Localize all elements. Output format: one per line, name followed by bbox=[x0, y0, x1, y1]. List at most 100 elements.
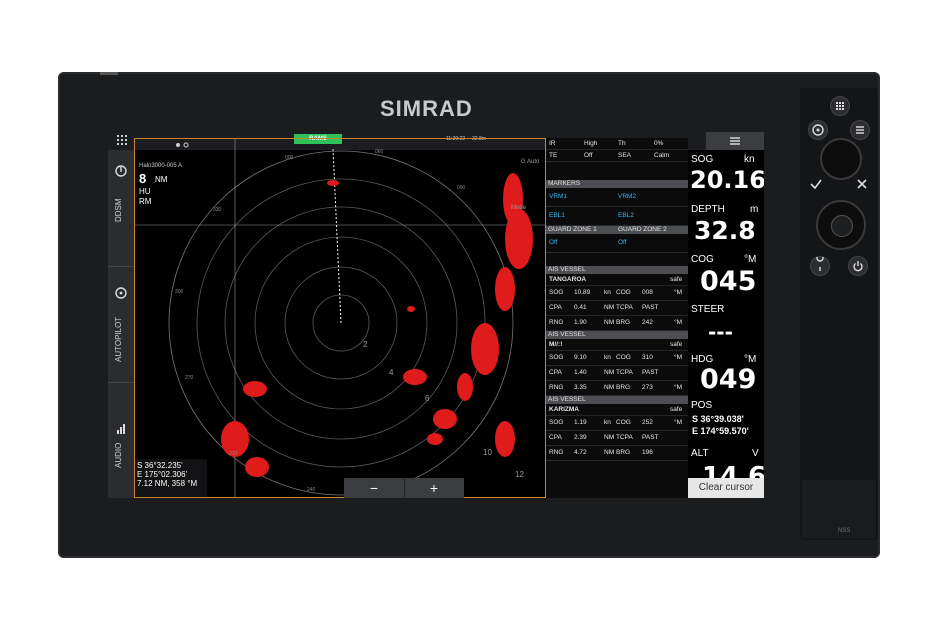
menu-button[interactable] bbox=[706, 132, 764, 150]
apps-key[interactable] bbox=[830, 96, 850, 116]
bearing-label: 300 bbox=[175, 289, 184, 295]
grid-icon bbox=[836, 102, 844, 110]
exit-key[interactable] bbox=[854, 176, 870, 197]
grid-icon bbox=[117, 135, 127, 145]
left-sidebar: DDSM AUTOPILOT AUDIO bbox=[108, 150, 134, 498]
steer-value[interactable]: --- bbox=[708, 320, 733, 344]
depth-value[interactable]: 32.8 bbox=[694, 216, 756, 245]
vessel-data-row: SOG 1.19 kn COG 252 °M bbox=[546, 416, 688, 431]
vessel-data-row: CPA 0.41 NM TCPA PAST bbox=[546, 301, 688, 316]
pos-label: POS bbox=[691, 400, 713, 411]
zoom-controls: − + bbox=[344, 478, 464, 498]
rotary-knob[interactable] bbox=[820, 138, 862, 180]
radar-canvas[interactable]: 000 060 090 330 300 270 210 240 2 4 6 10… bbox=[135, 139, 546, 498]
marker-row[interactable]: VRM1 VRM2 bbox=[546, 188, 688, 207]
cog-value[interactable]: 045 bbox=[700, 266, 756, 297]
direction-pad[interactable] bbox=[816, 200, 866, 250]
sidebar-item-label: AUDIO bbox=[114, 442, 123, 468]
range-unit: NM bbox=[155, 175, 168, 184]
radar-view[interactable]: 000 060 090 330 300 270 210 240 2 4 6 10… bbox=[134, 138, 546, 498]
sidebar-item-autopilot[interactable]: AUTOPILOT bbox=[108, 266, 134, 383]
radar-source: Halo3000-005 A bbox=[139, 163, 183, 169]
power-icon bbox=[115, 165, 127, 177]
enter-key[interactable] bbox=[808, 176, 824, 197]
motion-mode[interactable]: RM bbox=[139, 197, 151, 206]
menu-key[interactable] bbox=[850, 120, 870, 140]
pad-center[interactable] bbox=[831, 215, 853, 237]
alt-value[interactable]: 14.6 bbox=[702, 462, 764, 478]
vessel-data-row: RNG 4.72 NM BRG 196 bbox=[546, 446, 688, 461]
markers-header: MARKERS bbox=[546, 180, 688, 188]
cursor-lat: S 36°32.235' bbox=[137, 461, 183, 470]
hardware-keypad: NSS bbox=[800, 88, 878, 540]
ring-label: 12 bbox=[515, 470, 524, 479]
bearing-label: 000 bbox=[285, 155, 294, 161]
zoom-in-button[interactable]: + bbox=[404, 478, 464, 498]
gain-label: G bbox=[521, 159, 526, 165]
sidebar-item-label: AUTOPILOT bbox=[114, 316, 123, 362]
vessel-data-row: CPA 2.39 NM TCPA PAST bbox=[546, 431, 688, 446]
mode-label: Mode bbox=[511, 205, 527, 211]
ring-label: 2 bbox=[363, 340, 368, 349]
bearing-label: 090 bbox=[457, 185, 466, 191]
bearing-label: 330 bbox=[213, 207, 222, 213]
orientation-mode[interactable]: HU bbox=[139, 187, 151, 196]
info-row[interactable]: IR High Th 0% bbox=[546, 138, 688, 150]
radar-info-panel: IR High Th 0% TE Off SEA Calm MARKERS VRM1 VRM2… bbox=[546, 138, 688, 498]
sidebar-item-ddsm[interactable]: DDSM bbox=[108, 150, 134, 267]
marker-row[interactable]: EBL1 EBL2 bbox=[546, 207, 688, 226]
depth-unit: m bbox=[750, 204, 759, 215]
guard-zone-header: GUARD ZONE 1 GUARD ZONE 2 bbox=[546, 226, 688, 234]
vessel-data-row: CPA 1.40 NM TCPA PAST bbox=[546, 366, 688, 381]
cursor-readout: S 36°32.235' E 175°02.306' 7.12 NM, 358 … bbox=[135, 459, 207, 497]
bearing-label: 210 bbox=[229, 451, 238, 457]
alt-label: ALT bbox=[691, 448, 709, 459]
info-row[interactable]: TE Off SEA Calm bbox=[546, 150, 688, 162]
card-slot-door[interactable]: NSS bbox=[802, 480, 876, 538]
power-key[interactable] bbox=[848, 256, 868, 276]
sidebar-item-label: DDSM bbox=[114, 198, 123, 222]
steer-key[interactable] bbox=[808, 120, 828, 140]
depth-label: DEPTH bbox=[691, 204, 725, 215]
steer-label: STEER bbox=[691, 304, 725, 315]
mark-key[interactable] bbox=[810, 254, 830, 276]
vessel-name-row[interactable]: KARIZMA safe bbox=[546, 404, 688, 416]
ais-vessel-header: AIS VESSEL bbox=[546, 266, 688, 274]
cursor-lon: E 175°02.306' bbox=[137, 470, 188, 479]
menu-icon bbox=[856, 126, 864, 134]
display-screen: RAMS 11:39:22 32.8m DDSM AUTOPILOT AUDIO bbox=[108, 132, 764, 498]
power-icon bbox=[853, 261, 863, 272]
cursor-range-bearing: 7.12 NM, 358 °M bbox=[137, 479, 198, 488]
ais-vessel-header: AIS VESSEL bbox=[546, 396, 688, 404]
vessel-name-row[interactable]: M//:! safe bbox=[546, 339, 688, 351]
hdg-value[interactable]: 049 bbox=[700, 364, 756, 395]
guard-zone-row[interactable]: Off Off bbox=[546, 234, 688, 253]
bearing-label: 240 bbox=[307, 487, 316, 493]
sog-unit: kn bbox=[744, 154, 755, 165]
pos-lon[interactable]: E 174°59.570' bbox=[692, 426, 749, 436]
bearing-label: 060 bbox=[375, 149, 384, 155]
wheel-icon bbox=[115, 287, 127, 299]
pin-icon bbox=[816, 254, 824, 271]
zoom-out-button[interactable]: − bbox=[344, 478, 405, 498]
ring-label: 6 bbox=[425, 394, 430, 403]
clear-cursor-button[interactable]: Clear cursor bbox=[688, 478, 764, 498]
bezel-accent bbox=[100, 72, 118, 75]
volume-bars-icon bbox=[117, 424, 125, 434]
brand-logo: SIMRAD bbox=[380, 96, 473, 121]
auto-label: Auto bbox=[527, 159, 540, 165]
vessel-name-row[interactable]: TANGAROA safe bbox=[546, 274, 688, 286]
pos-lat[interactable]: S 36°39.038' bbox=[692, 414, 744, 424]
vessel-data-row: SOG 10.89 kn COG 008 °M bbox=[546, 286, 688, 301]
vessel-data-row: SOG 9.10 kn COG 310 °M bbox=[546, 351, 688, 366]
instrument-data-panel: SOG kn 20.16 DEPTH m 32.8 COG °M 045 STE… bbox=[688, 150, 764, 498]
sidebar-item-audio[interactable]: AUDIO bbox=[108, 382, 134, 498]
sog-value[interactable]: 20.16 bbox=[690, 166, 764, 194]
vessel-data-row: RNG 3.35 NM BRG 273 °M bbox=[546, 381, 688, 396]
wheel-icon bbox=[812, 124, 824, 136]
menu-icon bbox=[730, 137, 740, 145]
cog-unit: °M bbox=[744, 254, 757, 265]
range-value[interactable]: 8 bbox=[139, 171, 146, 186]
model-label: NSS bbox=[838, 528, 851, 534]
ring-label: 4 bbox=[389, 368, 394, 377]
